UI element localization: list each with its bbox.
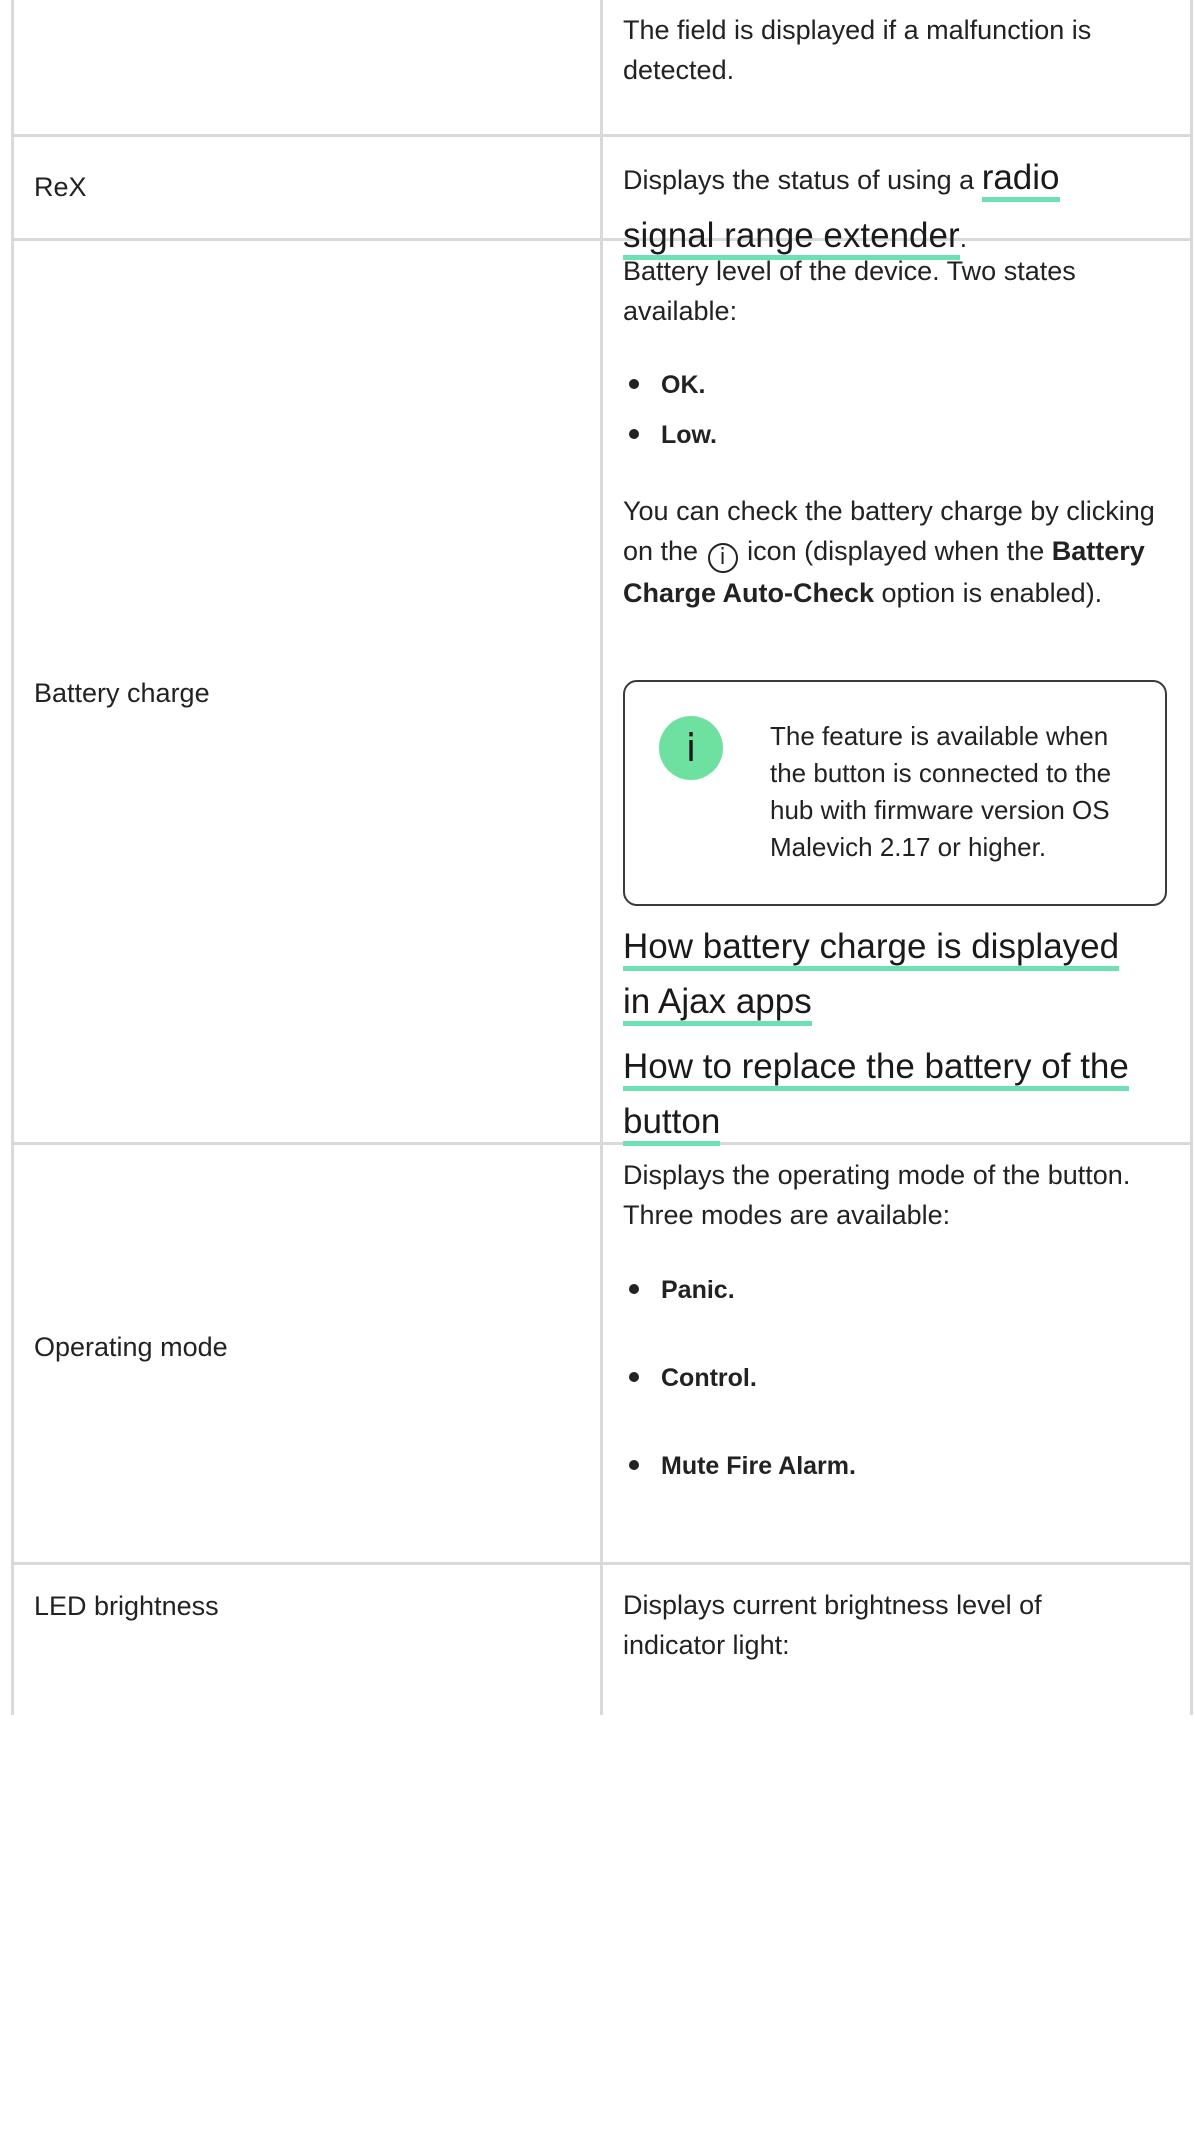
table-cell-description: The field is displayed if a malfunction … [603,0,1193,134]
bullet-icon [629,1460,639,1471]
table-cell-description: Battery level of the device. Two states … [603,241,1193,1146]
mode-label: Control. [661,1364,757,1392]
table-cell-description: Displays the operating mode of the butto… [603,1145,1193,1562]
bullet-icon [629,379,639,390]
table-cell-label [11,0,603,134]
bullet-icon [629,1372,639,1383]
info-icon: i [659,716,723,780]
info-icon: i [707,543,738,573]
table-cell-description: Displays current brightness level of ind… [603,1565,1193,1715]
rex-label: ReX [34,172,87,202]
battery-check-text-middle: icon (displayed when the [739,536,1052,566]
table-cell-label: Battery charge [11,241,603,1142]
table-row-rex: ReX Displays the status of using a radio… [11,137,1193,260]
mode-panic: Panic. [623,1274,735,1306]
table-row-operating-mode: Operating mode Displays the operating mo… [11,1145,1193,1565]
bullet-icon [629,1284,639,1295]
battery-display-link-block: How battery charge is displayed in Ajax … [623,919,1153,1029]
rex-description-text: Displays the status of using a [623,165,982,195]
battery-check-description: You can check the battery charge by clic… [623,491,1183,613]
table-cell-label: Operating mode [11,1145,603,1562]
battery-check-text-end: option is enabled). [874,578,1103,608]
mode-label: Panic. [661,1276,735,1304]
battery-state-label: OK. [661,371,706,399]
led-brightness-label: LED brightness [34,1591,219,1621]
table-cell-description: Displays the status of using a radio sig… [603,137,1193,260]
bullet-icon [629,429,639,440]
info-note: i The feature is available when the butt… [623,680,1167,906]
battery-charge-label: Battery charge [34,678,210,708]
battery-state-label: Low. [661,421,718,449]
battery-state-ok: OK. [623,369,705,401]
settings-table: The field is displayed if a malfunction … [11,0,1193,1715]
operating-mode-intro: Displays the operating mode of the butto… [623,1160,1131,1230]
mode-mute-fire-alarm: Mute Fire Alarm. [623,1450,856,1482]
battery-state-low: Low. [623,419,717,451]
malfunction-description: The field is displayed if a malfunction … [623,15,1092,85]
info-note-text: The feature is available when the button… [770,721,1112,862]
table-row-battery-charge: Battery charge Battery level of the devi… [11,241,1193,1146]
led-brightness-description: Displays current brightness level of ind… [623,1590,1042,1660]
operating-mode-label: Operating mode [34,1332,228,1362]
mode-label: Mute Fire Alarm. [661,1452,856,1480]
battery-replace-link-block: How to replace the battery of the button [623,1039,1183,1149]
battery-replace-link[interactable]: How to replace the battery of the button [623,1047,1129,1146]
battery-display-link[interactable]: How battery charge is displayed in Ajax … [623,927,1120,1026]
table-row-malfunction: The field is displayed if a malfunction … [11,0,1193,137]
table-cell-label: ReX [11,137,603,238]
table-row-led-brightness: LED brightness Displays current brightne… [11,1565,1193,1715]
battery-intro: Battery level of the device. Two states … [623,256,1076,326]
mode-control: Control. [623,1362,757,1394]
table-cell-label: LED brightness [11,1565,603,1715]
